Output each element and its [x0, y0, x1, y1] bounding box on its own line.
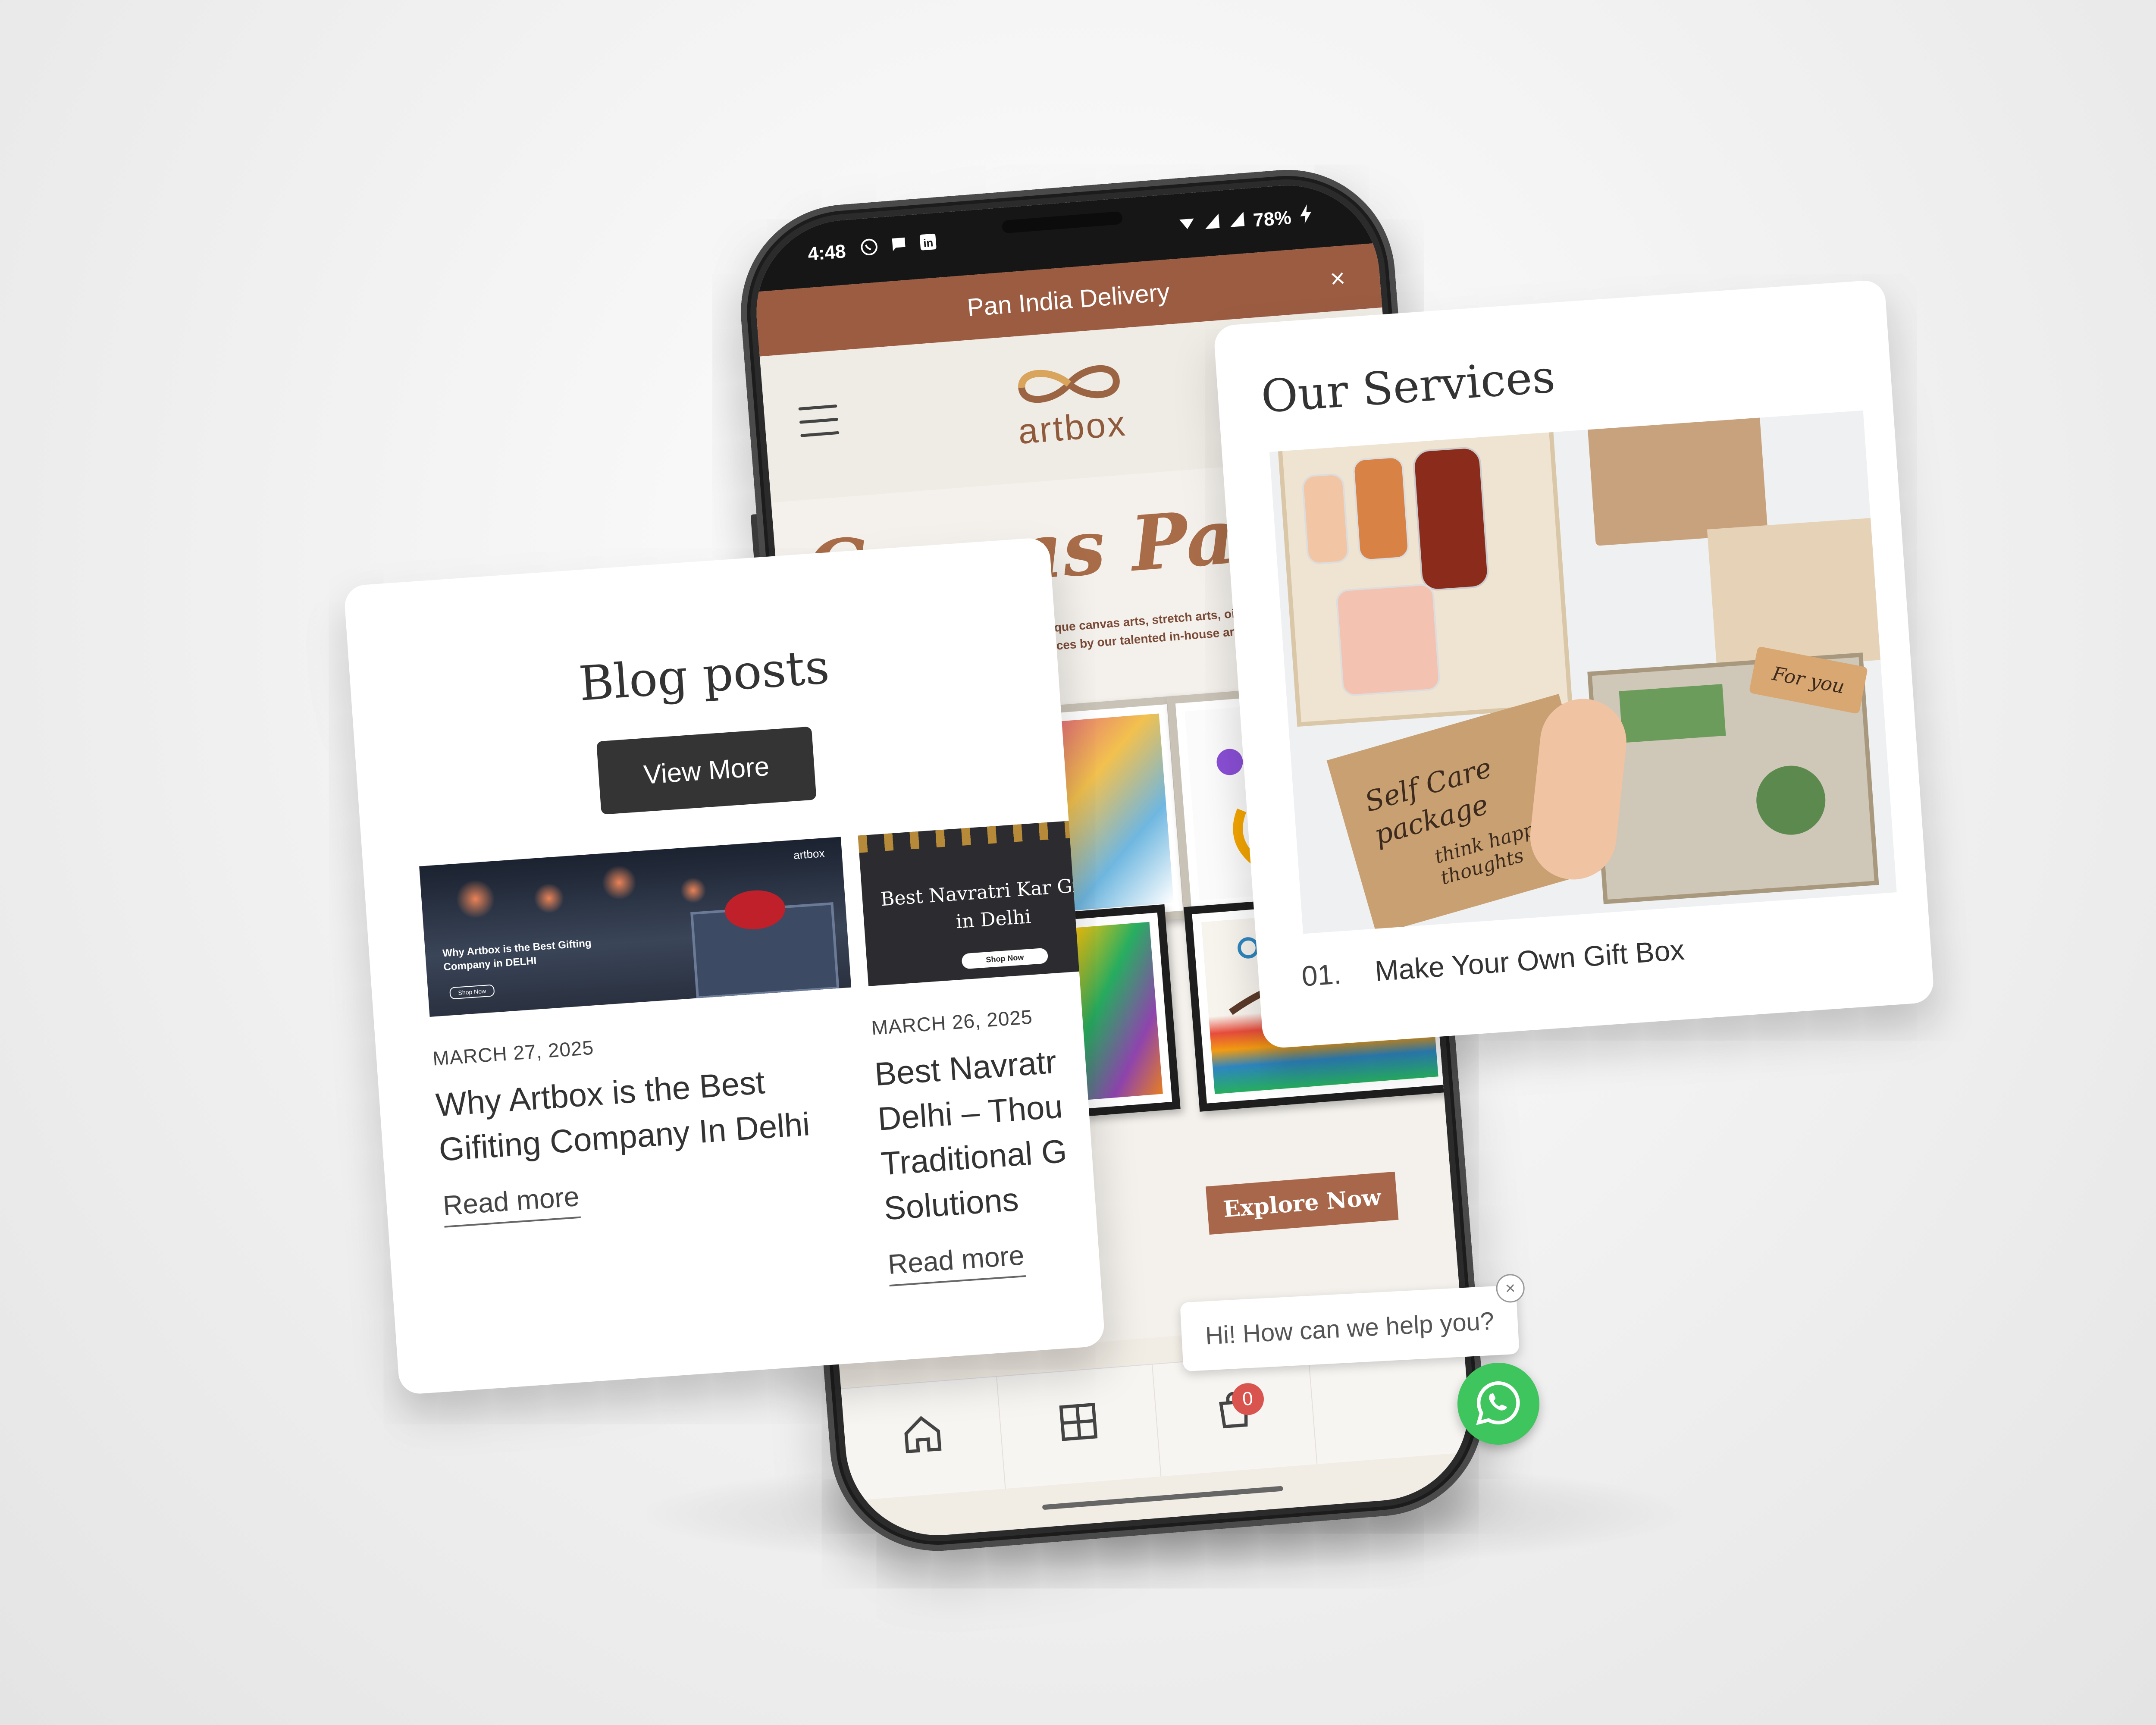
wifi-icon [1178, 214, 1197, 237]
blog-image-logo: artbox [793, 847, 825, 862]
blog-post-headline[interactable]: Why Artbox is the Best Gifiting Company … [434, 1055, 836, 1173]
blog-post-date: MARCH 26, 2025 [871, 1005, 1034, 1039]
whatsapp-button[interactable] [1457, 1363, 1539, 1445]
services-title: Our Services [1259, 350, 1557, 423]
view-more-button[interactable]: View More [596, 726, 817, 815]
blog-post-headline[interactable]: Best Navratr Delhi – Thou Traditional G … [873, 1038, 1092, 1231]
nav-cart[interactable]: 0 [1153, 1352, 1317, 1477]
blog-title: Blog posts [577, 639, 831, 712]
soap [1619, 684, 1726, 743]
kraft-box [1707, 518, 1881, 671]
charging-icon [1298, 204, 1315, 229]
hamburger-icon[interactable] [798, 404, 840, 438]
battery-level: 78% [1252, 207, 1292, 231]
salt-jar [1335, 583, 1441, 697]
jar [1301, 473, 1350, 565]
nav-collections[interactable] [997, 1364, 1162, 1489]
explore-now-button[interactable]: Explore Now [1206, 1171, 1399, 1235]
kraft-bag [1587, 413, 1768, 546]
grid-icon [1055, 1399, 1102, 1454]
bottle [1412, 445, 1490, 592]
nav-home[interactable] [841, 1377, 1006, 1501]
blog-post-image[interactable]: Best Navratri Kar Gifts in Delhi Shop No… [858, 806, 1106, 986]
bottom-navigation: 0 [841, 1339, 1473, 1501]
whatsapp-icon [859, 236, 880, 262]
message-icon [889, 234, 909, 260]
artbox-logo[interactable]: artbox [994, 352, 1147, 458]
jar [1352, 455, 1410, 562]
blog-post[interactable]: Best Navratri Kar Gifts in Delhi Shop No… [858, 806, 1106, 1287]
read-more-link[interactable]: Read more [887, 1239, 1026, 1287]
svg-text:in: in [923, 237, 934, 250]
speaker-notch [1001, 211, 1123, 234]
blog-image-shop-button: Shop Now [961, 947, 1049, 969]
chat-close-icon[interactable]: × [1495, 1273, 1526, 1304]
chat-bubble-text: Hi! How can we help you? [1204, 1306, 1495, 1350]
service-label: Make Your Own Gift Box [1374, 933, 1686, 987]
signal-icon [1228, 210, 1247, 233]
read-more-link[interactable]: Read more [442, 1180, 581, 1228]
blog-image-caption: Why Artbox is the Best Gifting Company i… [442, 937, 592, 973]
service-number: 01. [1300, 957, 1343, 992]
signal-icon [1203, 212, 1222, 235]
blog-image-caption: Best Navratri Kar Gifts in Delhi [880, 873, 1103, 933]
status-left-icons: in [859, 232, 939, 262]
status-time: 4:48 [807, 241, 847, 265]
promo-close-icon[interactable]: × [1329, 263, 1346, 294]
services-card: Our Services Self Care package think hap… [1213, 279, 1935, 1049]
home-icon [899, 1411, 946, 1467]
status-right-icons: 78% [1178, 204, 1315, 238]
linkedin-icon: in [918, 232, 939, 257]
blog-post-image[interactable]: Why Artbox is the Best Gifting Company i… [419, 837, 852, 1017]
promo-text: Pan India Delivery [966, 278, 1171, 322]
whatsapp-icon [1475, 1379, 1522, 1429]
blog-image-shop-button: Shop Now [449, 984, 495, 1000]
services-image[interactable]: Self Care package think happy thoughts F… [1269, 410, 1897, 934]
service-item[interactable]: 01. Make Your Own Gift Box [1300, 933, 1685, 993]
succulent [1754, 763, 1828, 837]
home-indicator [1042, 1486, 1283, 1510]
blog-card: Blog posts View More Why Artbox is the B… [343, 537, 1106, 1395]
blog-post[interactable]: Why Artbox is the Best Gifting Company i… [419, 837, 866, 1228]
